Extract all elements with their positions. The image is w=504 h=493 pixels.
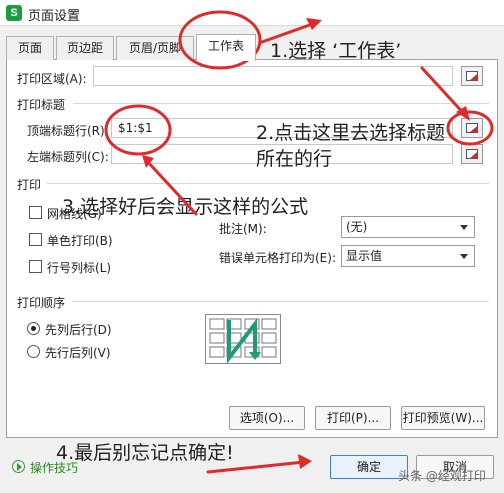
section-divider	[73, 301, 489, 302]
print-order-section-label: 打印顺序	[17, 296, 66, 310]
print-area-label: 打印区域(A):	[17, 72, 87, 86]
title-bar: S 页面设置	[0, 0, 504, 26]
arrow-head-step4	[298, 454, 312, 469]
annotation-step3: 3.选择好后会显示这样的公式	[62, 196, 309, 218]
tab-strip: 页面 页边距 页眉/页脚 工作表	[6, 34, 498, 61]
chevron-down-icon	[460, 225, 468, 230]
section-divider	[73, 103, 489, 104]
comments-label: 批注(M):	[219, 222, 267, 236]
error-cells-label: 错误单元格打印为(E):	[219, 251, 336, 265]
ok-button[interactable]: 确定	[330, 455, 408, 479]
print-preview-button[interactable]: 打印预览(W)...	[401, 406, 485, 430]
error-cells-select[interactable]: 显示值	[341, 245, 475, 267]
print-area-input[interactable]	[93, 66, 453, 86]
print-area-picker-button[interactable]	[461, 66, 483, 86]
window-title: 页面设置	[28, 9, 81, 24]
print-titles-section-label: 打印标题	[17, 98, 66, 112]
tab-worksheet[interactable]: 工作表	[196, 34, 256, 61]
annotation-step1: 1.选择 ‘工作表’	[270, 40, 402, 62]
left-title-col-label: 左端标题列(C):	[27, 150, 109, 164]
worksheet-panel: 打印区域(A): 打印标题 顶端标题行(R): $1:$1 左端标题列(C): …	[6, 60, 498, 438]
row-col-headings-label: 行号列标(L)	[47, 261, 112, 275]
annotation-step2-line2: 所在的行	[256, 148, 333, 170]
order-over-then-down-label: 先行后列(V)	[45, 346, 111, 360]
watermark: 头条 @经观打印	[398, 469, 486, 483]
print-button[interactable]: 打印(P)...	[315, 406, 391, 430]
order-over-then-down-radio[interactable]	[27, 345, 40, 358]
chevron-down-icon	[460, 254, 468, 259]
print-section-label: 打印	[17, 178, 42, 192]
tab-header-footer[interactable]: 页眉/页脚	[116, 36, 194, 60]
annotation-step4: 4.最后别忘记点确定!	[56, 442, 234, 464]
monochrome-label: 单色打印(B)	[47, 234, 113, 248]
left-title-col-picker-button[interactable]	[461, 144, 483, 164]
app-icon: S	[6, 5, 22, 21]
comments-value: (无)	[346, 220, 368, 234]
options-button[interactable]: 选项(O)...	[229, 406, 305, 430]
monochrome-checkbox[interactable]	[29, 233, 42, 246]
order-down-then-over-radio[interactable]	[27, 322, 40, 335]
top-title-row-label: 顶端标题行(R):	[27, 124, 109, 138]
annotation-step2-line1: 2.点击这里去选择标题	[256, 122, 446, 144]
play-icon	[12, 460, 25, 473]
tab-margins[interactable]: 页边距	[56, 36, 114, 60]
order-down-then-over-label: 先列后行(D)	[45, 323, 112, 337]
top-title-row-picker-button[interactable]	[461, 118, 483, 138]
gridlines-checkbox[interactable]	[29, 206, 42, 219]
page-order-preview-icon	[205, 314, 281, 364]
comments-select[interactable]: (无)	[341, 216, 475, 238]
row-col-headings-checkbox[interactable]	[29, 260, 42, 273]
error-cells-value: 显示值	[346, 249, 383, 263]
tab-page[interactable]: 页面	[6, 36, 54, 60]
section-divider	[47, 183, 489, 184]
